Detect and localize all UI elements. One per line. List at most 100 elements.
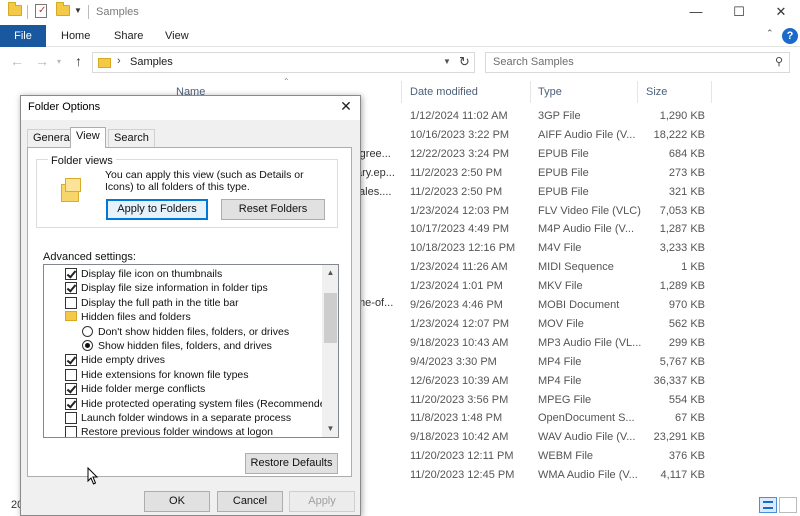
setting-checkbox[interactable]: [65, 383, 77, 396]
back-arrow-icon[interactable]: ←: [10, 53, 24, 69]
file-size: 36,337 KB: [653, 374, 705, 387]
file-size: 1 KB: [681, 261, 705, 274]
folder-icon: [98, 58, 111, 68]
file-type: 3GP File: [538, 110, 581, 122]
sort-arrow-icon: ⌃: [283, 77, 290, 86]
new-folder-icon[interactable]: [56, 2, 70, 16]
file-size: 273 KB: [668, 166, 705, 179]
folder-views-legend: Folder views: [48, 155, 116, 167]
setting-radio[interactable]: [82, 340, 93, 351]
search-icon[interactable]: ⚲: [775, 55, 783, 68]
column-header-size[interactable]: Size: [646, 81, 667, 103]
scroll-up-arrow-icon[interactable]: ▲: [322, 265, 338, 281]
tab-file[interactable]: File: [0, 25, 46, 47]
tab-view[interactable]: View: [70, 127, 106, 148]
file-type: EPUB File: [538, 166, 589, 179]
setting-checkbox[interactable]: [65, 296, 77, 309]
folder-options-dialog: Folder Options ✕ General View Search Fol…: [20, 95, 361, 516]
setting-label: Hide protected operating system files (R…: [81, 397, 335, 410]
setting-checkbox[interactable]: [65, 412, 77, 424]
setting-checkbox[interactable]: [65, 282, 77, 295]
setting-label: Hide folder merge conflicts: [81, 383, 206, 396]
file-date-modified: 10/17/2023 4:49 PM: [410, 223, 510, 236]
vertical-scrollbar[interactable]: ▲ ▼: [322, 265, 338, 437]
file-type: MIDI Sequence: [538, 261, 614, 274]
file-type: M4P Audio File (V...: [538, 223, 634, 236]
column-header-date[interactable]: Date modified: [410, 81, 478, 103]
refresh-icon[interactable]: ↻: [459, 54, 470, 70]
folder-views-icon: [61, 178, 83, 204]
setting-checkbox[interactable]: [65, 368, 77, 381]
address-bar[interactable]: › Samples ▼ ↻: [92, 52, 475, 73]
chevron-down-icon[interactable]: ▼: [443, 57, 451, 66]
column-divider[interactable]: [637, 81, 638, 103]
chevron-up-icon[interactable]: ⌃: [766, 28, 774, 39]
cancel-button[interactable]: Cancel: [217, 491, 283, 512]
setting-label: Show hidden files, folders, and drives: [98, 340, 272, 352]
setting-label: Display file icon on thumbnails: [81, 268, 223, 280]
tab-view[interactable]: View: [165, 25, 189, 47]
setting-radio[interactable]: [82, 325, 93, 337]
file-name[interactable]: tales....: [356, 183, 391, 202]
column-divider[interactable]: [530, 81, 531, 103]
file-date-modified: 12/6/2023 10:39 AM: [410, 374, 509, 387]
file-size: 7,053 KB: [659, 204, 705, 217]
file-date-modified: 11/20/2023 12:45 PM: [410, 469, 515, 482]
tab-home[interactable]: Home: [61, 25, 90, 47]
breadcrumb[interactable]: Samples: [130, 56, 173, 68]
setting-checkbox[interactable]: [65, 268, 77, 280]
file-name[interactable]: -gree...: [356, 145, 391, 164]
setting-checkbox[interactable]: [65, 354, 77, 367]
file-type: OpenDocument S...: [538, 412, 635, 425]
forward-arrow-icon[interactable]: →: [35, 53, 49, 69]
reset-folders-button[interactable]: Reset Folders: [221, 199, 325, 220]
file-date-modified: 1/12/2024 11:02 AM: [410, 110, 508, 122]
file-size: 5,767 KB: [659, 355, 705, 368]
details-view-icon[interactable]: [759, 497, 777, 513]
customize-quick-access-icon[interactable]: ▼: [74, 6, 82, 15]
file-type: MKV File: [538, 280, 583, 293]
file-type: MP4 File: [538, 374, 582, 387]
minimize-button[interactable]: —: [683, 2, 709, 22]
large-icons-view-icon[interactable]: [779, 497, 797, 513]
tab-search[interactable]: Search: [108, 129, 155, 147]
help-icon[interactable]: ?: [782, 28, 798, 44]
apply-button[interactable]: Apply: [289, 491, 355, 512]
setting-checkbox[interactable]: [65, 397, 77, 410]
folder-icon: [65, 311, 77, 322]
dialog-close-button[interactable]: ✕: [336, 98, 356, 115]
breadcrumb-separator[interactable]: ›: [117, 55, 121, 67]
column-divider[interactable]: [711, 81, 712, 103]
file-type: WMA Audio File (V...: [538, 469, 638, 482]
advanced-settings-label: Advanced settings:: [43, 251, 136, 263]
file-date-modified: 1/23/2024 12:07 PM: [410, 317, 510, 330]
tab-share[interactable]: Share: [114, 25, 143, 47]
dialog-title: Folder Options: [28, 101, 101, 113]
file-date-modified: 9/4/2023 3:30 PM: [410, 355, 497, 368]
file-type: AIFF Audio File (V...: [538, 128, 636, 141]
search-input[interactable]: Search Samples ⚲: [485, 52, 790, 73]
title-bar: ✓ ▼ Samples — ☐ ✕: [0, 0, 800, 25]
maximize-button[interactable]: ☐: [726, 2, 752, 22]
up-arrow-icon[interactable]: ↑: [75, 53, 82, 69]
file-name[interactable]: ary.ep...: [356, 164, 395, 183]
scroll-down-arrow-icon[interactable]: ▼: [322, 421, 338, 437]
setting-label: Don't show hidden files, folders, or dri…: [98, 325, 290, 338]
close-button[interactable]: ✕: [768, 2, 794, 22]
properties-icon[interactable]: ✓: [35, 4, 47, 18]
setting-label: Hide extensions for known file types: [81, 368, 249, 381]
file-name[interactable]: me-of...: [356, 294, 393, 313]
advanced-settings-list[interactable]: Display file icon on thumbnails Display f…: [43, 264, 339, 438]
ok-button[interactable]: OK: [144, 491, 210, 512]
column-header-type[interactable]: Type: [538, 81, 562, 103]
file-date-modified: 11/20/2023 3:56 PM: [410, 393, 509, 406]
setting-checkbox[interactable]: [65, 426, 77, 437]
restore-defaults-button[interactable]: Restore Defaults: [245, 453, 338, 474]
apply-to-folders-button[interactable]: Apply to Folders: [106, 199, 208, 220]
column-divider[interactable]: [401, 81, 402, 103]
divider: [27, 5, 28, 19]
file-size: 299 KB: [668, 336, 705, 349]
dialog-title-bar[interactable]: Folder Options ✕: [21, 96, 360, 120]
recent-locations-icon[interactable]: ▾: [57, 57, 61, 66]
scrollbar-thumb[interactable]: [324, 293, 337, 343]
